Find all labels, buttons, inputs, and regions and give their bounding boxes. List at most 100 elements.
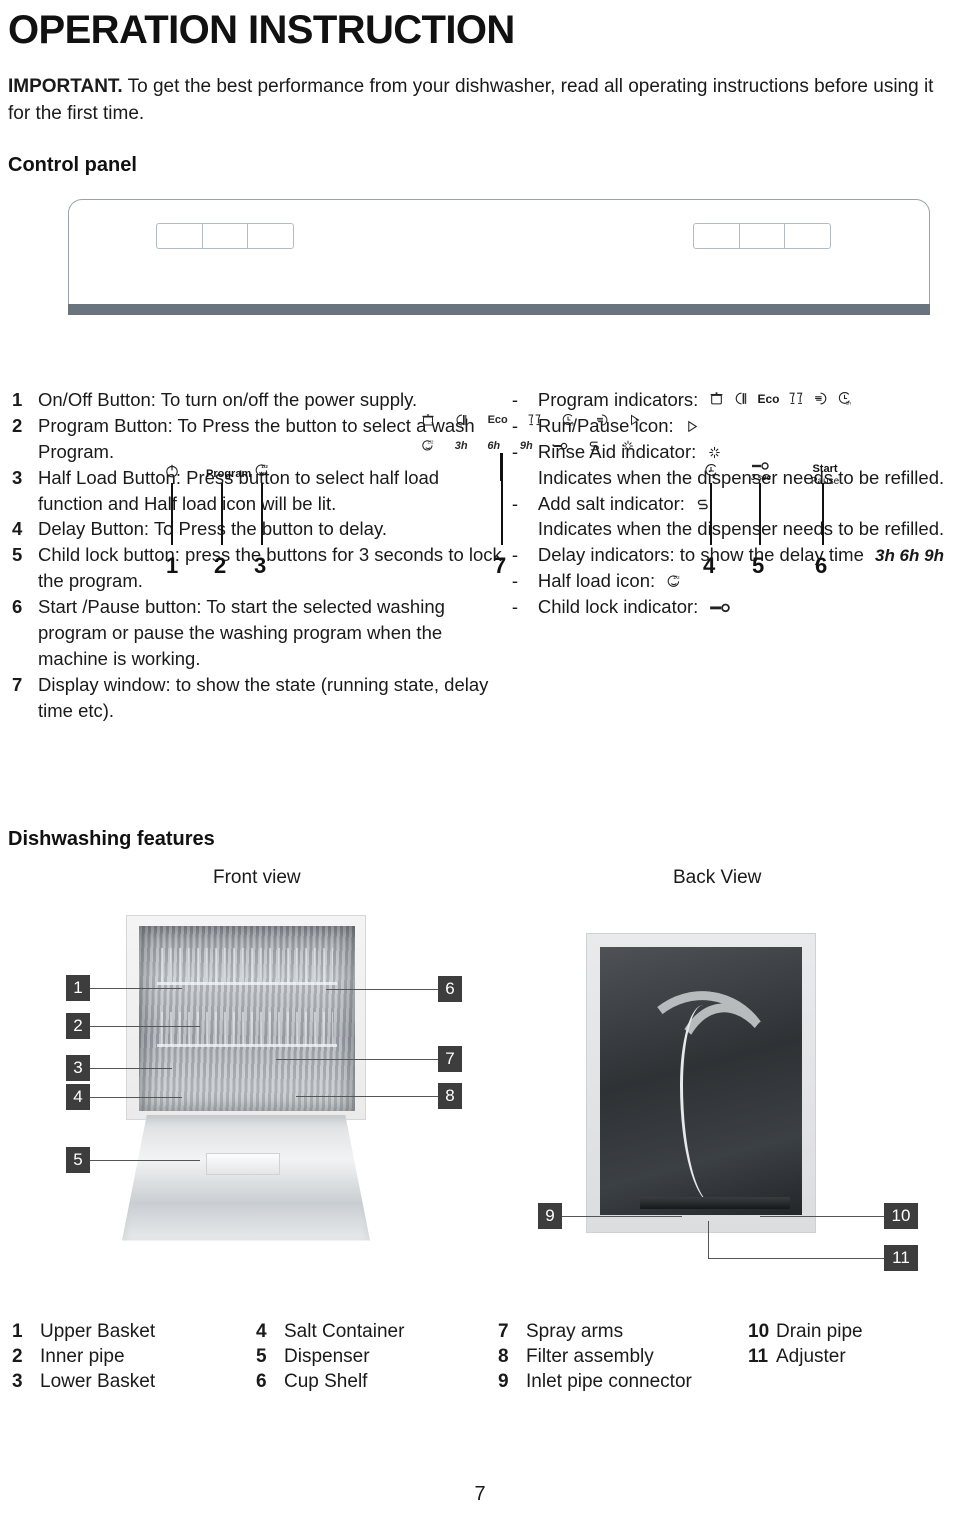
svg-text:h: h [712,473,715,479]
legend-label: Filter assembly [526,1345,654,1367]
start-pause-button[interactable] [785,224,830,248]
page-title: OPERATION INSTRUCTION [8,8,515,52]
svg-text:1h: 1h [846,400,852,406]
child-lock-key-icon [552,439,568,455]
program-indicators-label: Program indicators: [537,388,699,410]
rinse-aid-note: Indicates when the dispenser needs to be… [537,466,945,488]
legend-row: 10 Drain pipe [748,1321,948,1343]
item-text: Start /Pause button: To start the select… [38,596,445,669]
leader-line-2 [221,482,223,545]
lower-tines [161,1011,333,1046]
legend-number: 1 [12,1320,23,1342]
salt-icon [588,439,601,455]
callout-line-4 [90,1096,182,1098]
front-view-label: Front view [213,866,301,888]
clock-1h-icon: 1h [561,413,575,429]
list-item-child-lock: - Child lock indicator: [512,594,952,620]
callout-1: 1 [66,974,90,1001]
legend-column-1: 1 Upper Basket 2 Inner pipe 3 Lower Basket [8,1321,256,1393]
manual-page: OPERATION INSTRUCTION IMPORTANT. To get … [0,0,960,1524]
legend-label: Drain pipe [776,1320,863,1342]
callout-line-5 [90,1159,200,1161]
plate-lines-icon [595,413,609,429]
legend-column-4: 10 Drain pipe 11 Adjuster [748,1321,948,1393]
item-text: Half Load Button: Press button to select… [38,466,440,514]
legend-label: Lower Basket [40,1370,156,1392]
start-label: Start [812,462,838,475]
power-button[interactable] [157,223,203,248]
callout-11: 11 [884,1244,918,1271]
dash-marker: - [511,492,519,514]
callout-6: 6 [438,975,462,1002]
features-heading: Dishwashing features [8,827,215,850]
svg-text:1h: 1h [570,422,576,427]
open-door [122,1114,370,1241]
right-button-strip[interactable] [693,222,831,249]
callout-line-11 [708,1257,884,1259]
back-view-label: Back View [673,866,762,888]
child-lock-panel-label: 3 sec [751,461,771,484]
leader-line-1 [171,482,173,545]
list-item-program-indicators: - Program indicators: Eco 1h [512,387,952,413]
legend-label: Inner pipe [40,1345,125,1367]
half-plate-icon [454,413,468,429]
list-item: 1 On/Off Button: To turn on/off the powe… [12,387,504,413]
half-load-icon: 1/2 [421,439,435,455]
base-feet [640,1196,790,1209]
program-button[interactable] [203,223,249,248]
legend-number: 9 [498,1370,509,1392]
leader-line-7 [501,456,503,545]
important-label: IMPORTANT. [8,76,123,97]
item-number: 3 [12,466,23,488]
legend-column-2: 4 Salt Container 5 Dispenser 6 Cup Shelf [256,1321,498,1393]
callout-line-8 [296,1095,438,1097]
leader-line-6 [822,482,824,545]
callout-line-11-vertical [708,1220,710,1259]
callout-2: 2 [66,1012,90,1039]
parts-legend: 1 Upper Basket 2 Inner pipe 3 Lower Basket … [8,1321,952,1393]
half-load-icon-label: 1/2 [254,463,270,483]
item-number: 1 [12,388,23,410]
item-number: 6 [12,596,23,618]
legend-column-3: 7 Spray arms 8 Filter assembly 9 Inlet pipe… [498,1321,748,1393]
add-salt-note: Indicates when the dispenser needs to be… [537,518,945,540]
view-labels: Front view Back View [8,867,952,897]
legend-number: 5 [256,1345,267,1367]
legend-row: 11 Adjuster [748,1346,948,1368]
svg-text:1/2: 1/2 [427,439,434,444]
legend-number: 10 [748,1320,770,1342]
legend-number: 7 [498,1320,509,1342]
upper-tines [161,947,333,982]
callout-5: 5 [66,1146,90,1173]
legend-label: Cup Shelf [284,1370,368,1392]
control-panel-diagram: Eco 1h 1/2 3h 6h 9h Program 1/2 h 3 sec … [56,191,956,578]
legend-row: 4 Salt Container [256,1321,498,1343]
item-number: 7 [12,673,23,695]
legend-number: 2 [12,1345,23,1367]
panel-outline [68,198,930,307]
child-lock-button[interactable] [740,223,786,248]
panel-number-3: 3 [254,552,267,578]
tub-interior [139,925,355,1111]
program-indicator-icons: Eco 1h [709,391,852,411]
child-lock-key-icon [709,601,731,615]
left-button-strip[interactable] [156,222,294,249]
cabinet [126,914,366,1120]
legend-row: 6 Cup Shelf [256,1371,498,1393]
delay-9h-label: 9h [519,440,533,453]
salt-icon [696,497,710,512]
half-plate-icon [733,391,748,411]
start-pause-panel-label: Start Pause [801,463,849,487]
half-load-button[interactable] [248,224,293,248]
callout-line-7 [276,1058,438,1060]
indicator-icons-bottom-row: 1/2 3h 6h 9h [421,439,635,455]
svg-text:1/2: 1/2 [261,464,268,470]
dash-marker: - [511,388,519,410]
power-cord [680,1004,738,1205]
list-item: 6 Start /Pause button: To start the sele… [12,594,504,672]
callout-7: 7 [438,1045,462,1072]
page-number: 7 [474,1483,486,1505]
lower-basket-rail [157,1043,337,1047]
delay-button[interactable] [694,223,740,248]
legend-number: 11 [748,1345,769,1367]
